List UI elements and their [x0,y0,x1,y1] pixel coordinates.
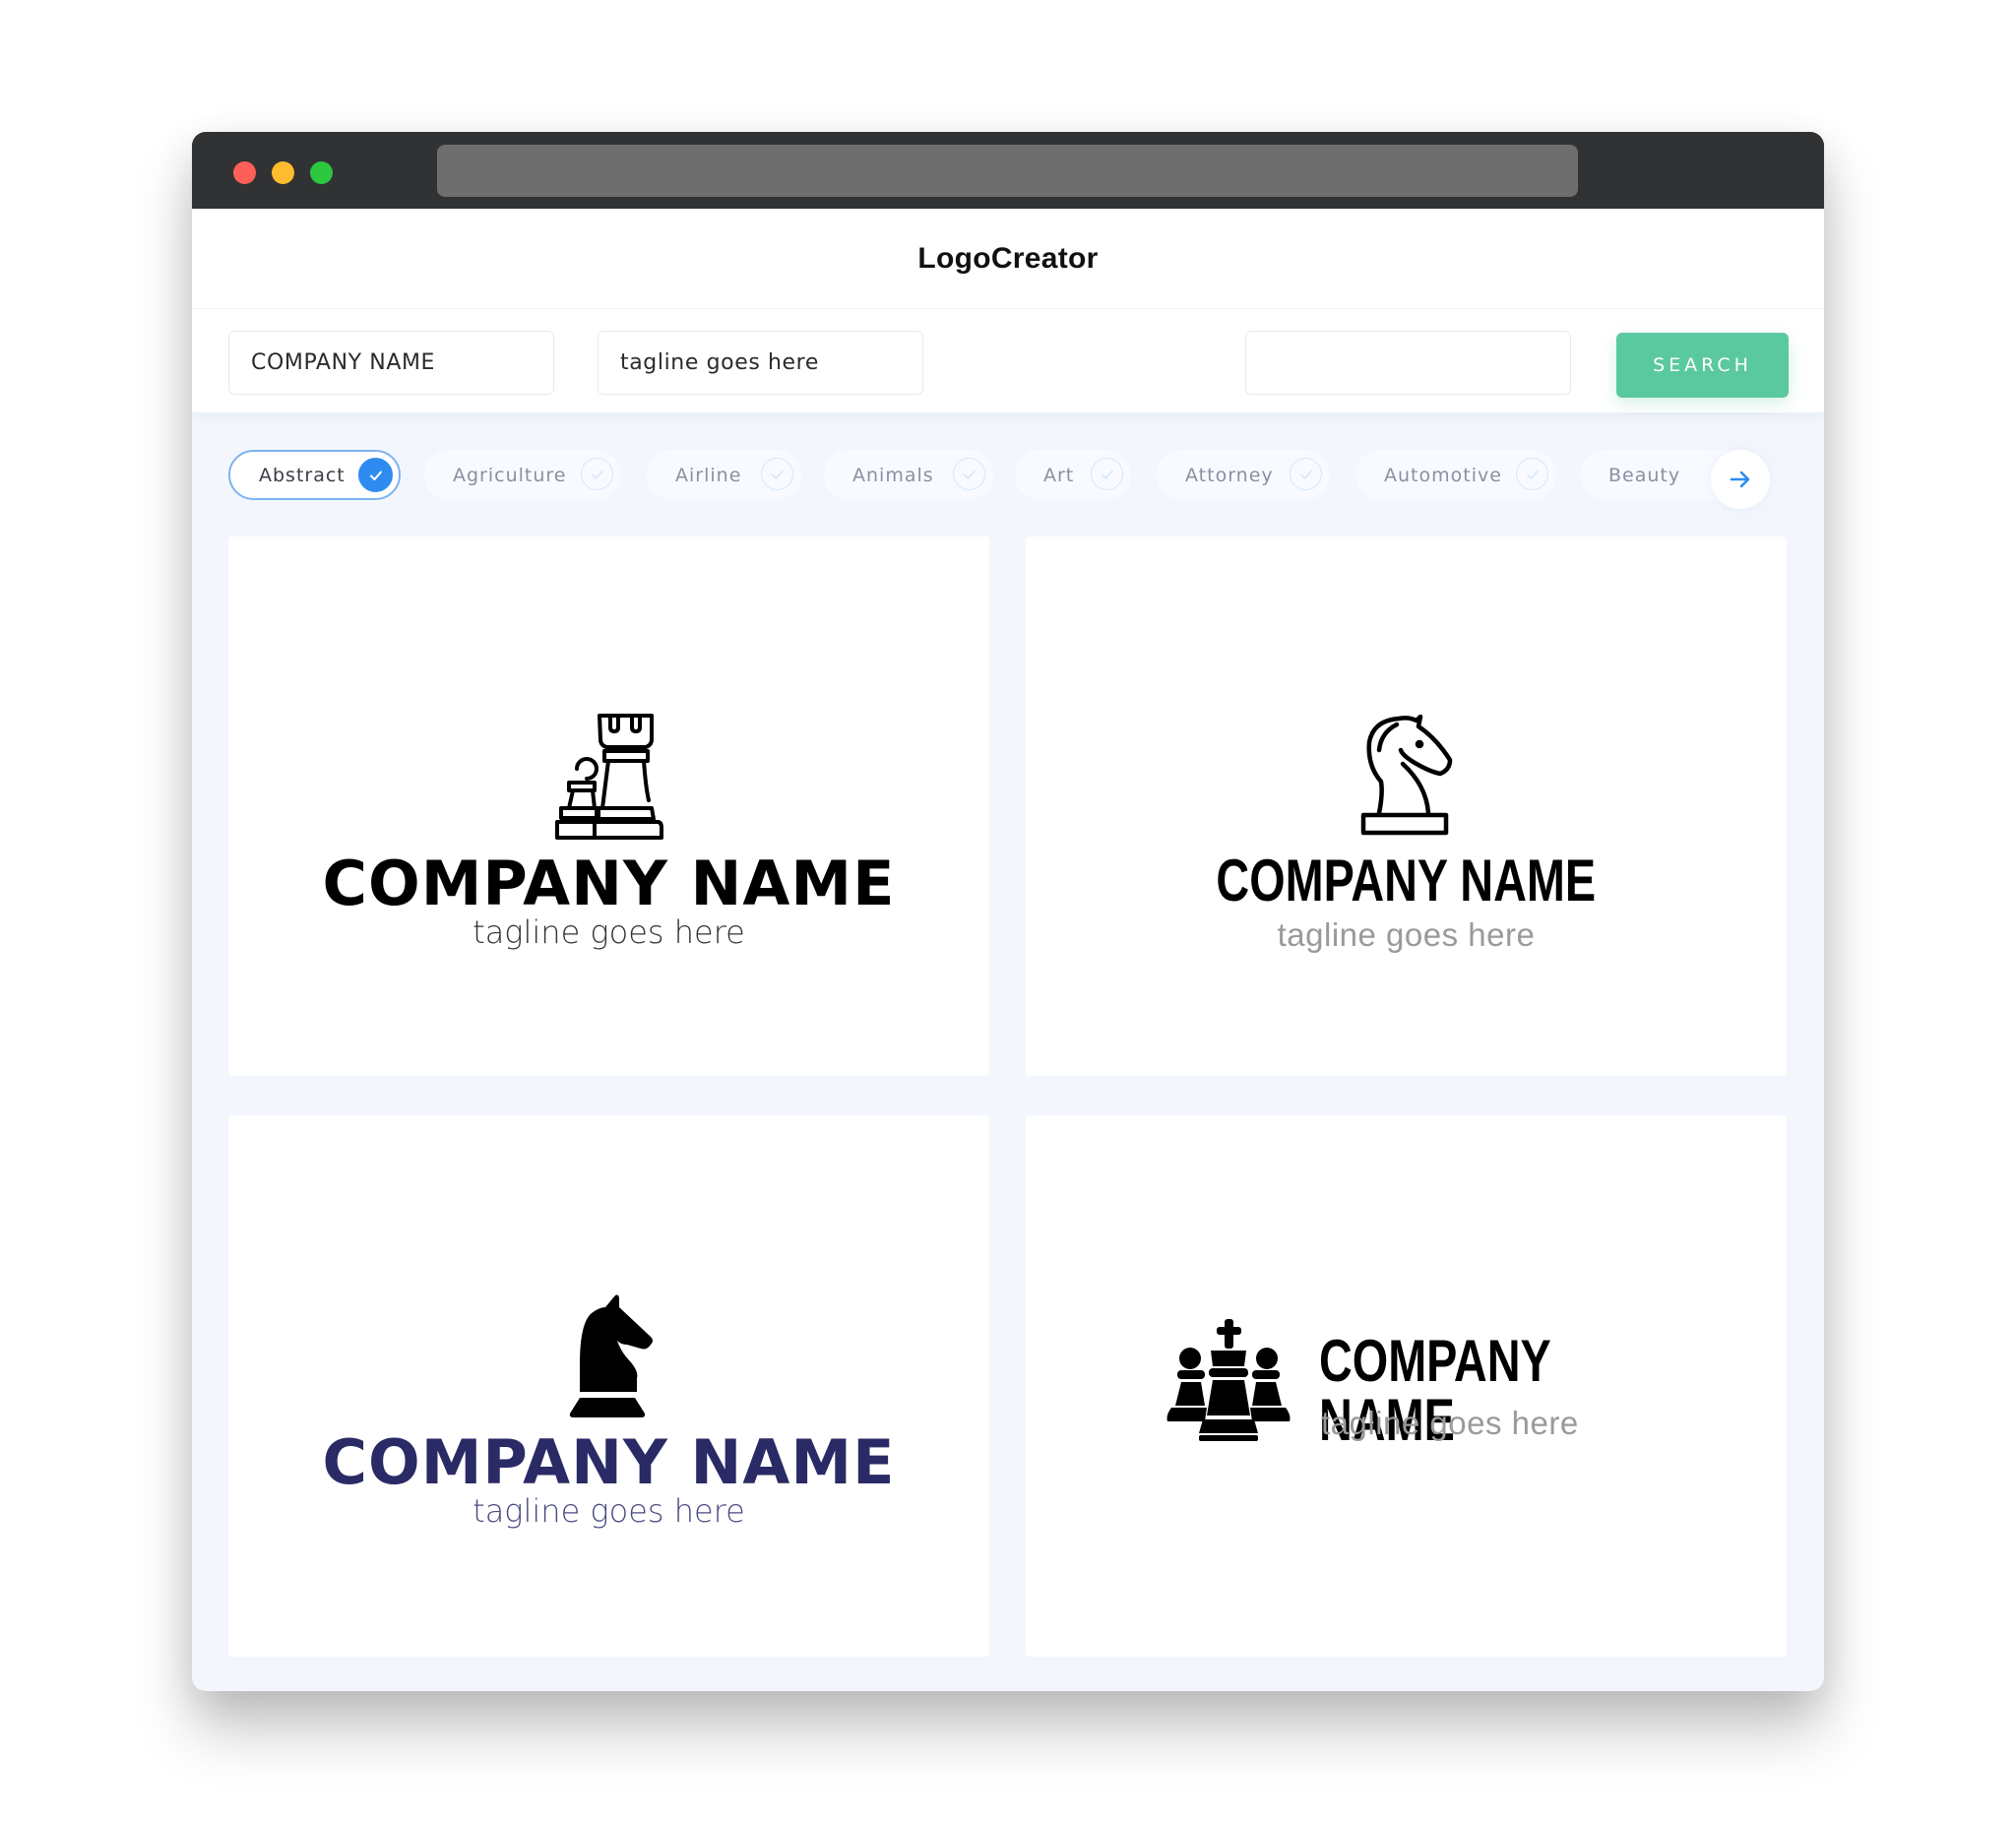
category-label: Abstract [259,464,346,486]
category-label: Attorney [1185,464,1274,486]
check-icon [1091,458,1123,490]
category-label: Airline [675,464,742,486]
maximize-window-button[interactable] [310,161,333,184]
category-label: Automotive [1384,464,1502,486]
address-bar[interactable] [437,145,1578,197]
logo-company-name: COMPANY NAME [322,848,896,919]
logo-tagline: tagline goes here [1277,916,1536,953]
category-label: Beauty [1608,464,1681,486]
category-chip-abstract[interactable]: Abstract [228,450,401,500]
browser-window: LogoCreator SEARCH Abstract Agriculture … [192,132,1824,1691]
category-chip-art[interactable]: Art [1015,450,1131,500]
logo-company-name: COMPANY NAME [322,1426,896,1498]
category-label: Agriculture [453,464,567,486]
category-chip-airline[interactable]: Airline [647,450,801,500]
check-icon [358,458,393,492]
logo-card[interactable]: COMPANY NAME tagline goes here [1026,536,1787,1076]
chess-knight-outline-icon [1026,714,1787,843]
tagline-input[interactable] [598,331,923,395]
arrow-right-icon [1730,471,1750,488]
close-window-button[interactable] [233,161,256,184]
category-chip-agriculture[interactable]: Agriculture [424,450,621,500]
category-label: Animals [852,464,934,486]
next-categories-button[interactable] [1711,450,1770,509]
category-chip-attorney[interactable]: Attorney [1157,450,1330,500]
logo-tagline: tagline goes here [1321,1405,1579,1441]
category-filter-bar: Abstract Agriculture Airline Animals Art… [192,411,1824,521]
search-button[interactable]: SEARCH [1616,333,1789,398]
logo-card[interactable]: COMPANY NAME tagline goes here [1026,1115,1787,1657]
logo-tagline: tagline goes here [472,913,745,951]
title-bar [192,132,1824,209]
check-icon [581,458,613,490]
logo-tagline: tagline goes here [472,1492,745,1530]
chess-king-pawns-solid-icon [1166,1317,1292,1445]
logo-card[interactable]: COMPANY NAME tagline goes here [228,536,989,1076]
brand-logo[interactable]: LogoCreator [917,242,1098,276]
category-label: Art [1043,464,1075,486]
search-toolbar: SEARCH [192,308,1824,412]
keyword-input[interactable] [1245,331,1571,395]
logo-card[interactable]: COMPANY NAME tagline goes here [228,1115,989,1657]
logo-company-name: COMPANY NAME [1216,848,1597,913]
check-icon [953,458,985,490]
category-chip-animals[interactable]: Animals [824,450,993,500]
company-name-input[interactable] [228,331,554,395]
minimize-window-button[interactable] [272,161,294,184]
check-icon [1516,458,1548,490]
check-icon [761,458,793,490]
chess-knight-solid-icon [228,1293,989,1423]
check-icon [1290,458,1322,490]
site-header: LogoCreator [192,209,1824,308]
category-chip-automotive[interactable]: Automotive [1355,450,1556,500]
chess-rook-pawn-outline-icon [228,714,989,844]
